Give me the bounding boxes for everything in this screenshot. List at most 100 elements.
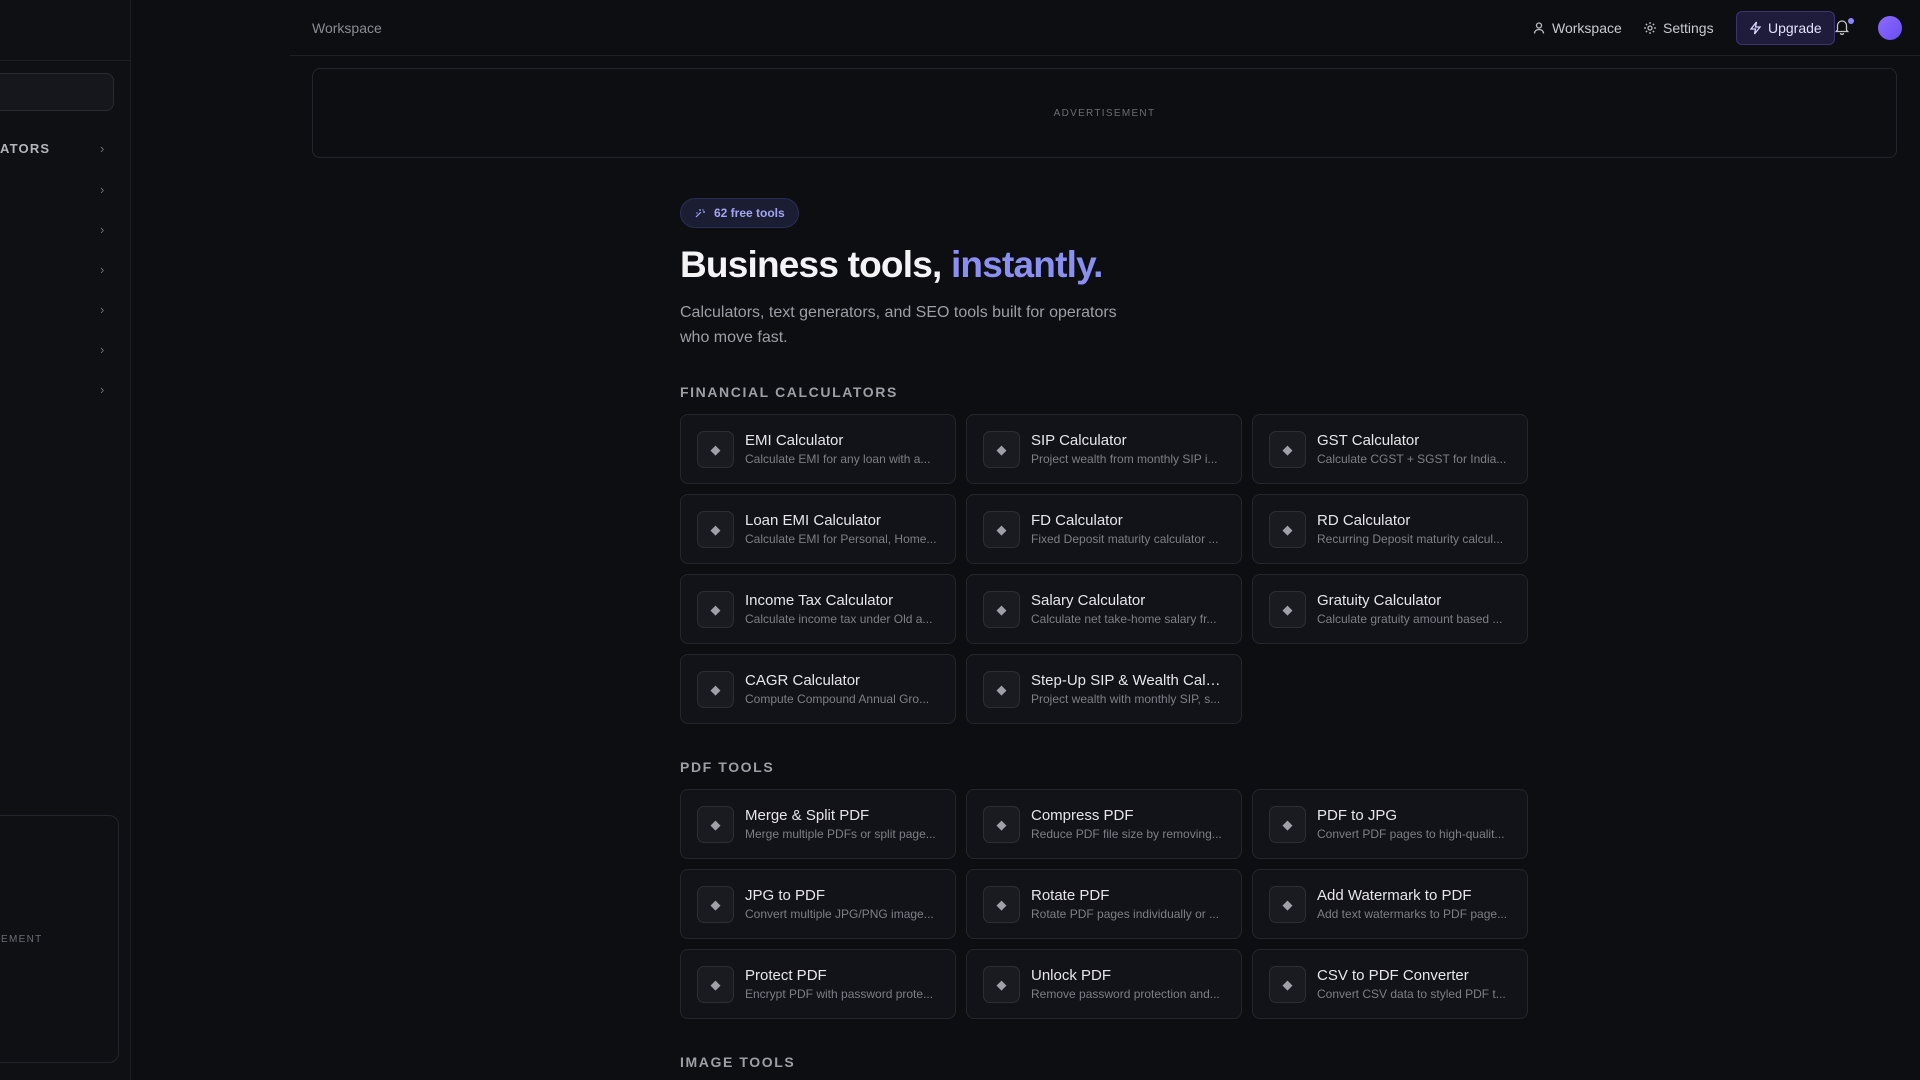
- tool-card[interactable]: ◆ CAGR Calculator Compute Compound Annual …: [680, 654, 956, 724]
- tool-title: Income Tax Calculator: [745, 592, 894, 609]
- tool-card[interactable]: ◆ Compress PDF Reduce PDF file size by rem…: [966, 789, 1242, 859]
- diamond-icon: ◆: [1269, 511, 1306, 548]
- settings-label: Settings: [1663, 20, 1714, 36]
- sidebar-item[interactable]: ›: [0, 258, 130, 282]
- tool-description: Add text watermarks to PDF page...: [1317, 907, 1508, 921]
- sidebar-item[interactable]: ›: [0, 298, 130, 322]
- tool-description: Calculate EMI for any loan with a...: [745, 452, 931, 466]
- sparkle-icon: [695, 209, 705, 218]
- diamond-icon: ◆: [983, 671, 1020, 708]
- tool-card[interactable]: ◆ Salary Calculator Calculate net take-hom…: [966, 574, 1242, 644]
- tool-card[interactable]: ◆ JPG to PDF Convert multiple JPG/PNG imag…: [680, 869, 956, 939]
- diamond-icon: ◆: [1269, 966, 1306, 1003]
- tool-description: Convert PDF pages to high-qualit...: [1317, 827, 1505, 841]
- sidebar-section-financial[interactable]: ATORS ›: [0, 140, 130, 158]
- tool-title: Gratuity Calculator: [1317, 592, 1442, 609]
- sidebar-item[interactable]: ›: [0, 218, 130, 242]
- settings-button[interactable]: Settings: [1643, 11, 1714, 45]
- tool-title: CSV to PDF Converter: [1317, 967, 1469, 984]
- tool-card[interactable]: ◆ Rotate PDF Rotate PDF pages individually…: [966, 869, 1242, 939]
- tool-card[interactable]: ◆ Step-Up SIP & Wealth Calcu... Project we…: [966, 654, 1242, 724]
- sidebar-item[interactable]: ›: [0, 178, 130, 202]
- notifications-bell-icon[interactable]: [1834, 18, 1854, 38]
- top-actions: Workspace Settings Upgrade: [1500, 11, 1920, 45]
- diamond-icon: ◆: [983, 966, 1020, 1003]
- ad-banner-label: ADVERTISEMENT: [1053, 108, 1156, 119]
- tool-card[interactable]: ◆ FD Calculator Fixed Deposit maturity cal…: [966, 494, 1242, 564]
- sidebar-header: [0, 0, 130, 61]
- diamond-icon: ◆: [1269, 591, 1306, 628]
- diamond-icon: ◆: [1269, 806, 1306, 843]
- sidebar-item[interactable]: ›: [0, 378, 130, 402]
- chevron-right-icon: ›: [100, 342, 105, 357]
- breadcrumb[interactable]: Workspace: [312, 20, 382, 36]
- tool-title: SIP Calculator: [1031, 432, 1127, 449]
- section-pdf-tools: PDF TOOLS ◆ Merge & Split PDF Merge multip…: [680, 759, 1530, 1019]
- tool-card[interactable]: ◆ GST Calculator Calculate CGST + SGST for…: [1252, 414, 1528, 484]
- tool-description: Calculate net take-home salary fr...: [1031, 612, 1217, 626]
- tool-description: Calculate gratuity amount based ...: [1317, 612, 1503, 626]
- tool-card[interactable]: ◆ Loan EMI Calculator Calculate EMI for Pe…: [680, 494, 956, 564]
- tool-title: Rotate PDF: [1031, 887, 1110, 904]
- tool-card[interactable]: ◆ PDF to JPG Convert PDF pages to high-qua…: [1252, 789, 1528, 859]
- tool-card[interactable]: ◆ Unlock PDF Remove password protection an…: [966, 949, 1242, 1019]
- tool-title: Merge & Split PDF: [745, 807, 870, 824]
- tool-card[interactable]: ◆ Income Tax Calculator Calculate income t…: [680, 574, 956, 644]
- tool-description: Convert CSV data to styled PDF t...: [1317, 987, 1506, 1001]
- tool-description: Calculate CGST + SGST for India...: [1317, 452, 1507, 466]
- tool-title: PDF to JPG: [1317, 807, 1398, 824]
- diamond-icon: ◆: [1269, 431, 1306, 468]
- tool-title: GST Calculator: [1317, 432, 1420, 449]
- tool-description: Compute Compound Annual Gro...: [745, 692, 930, 706]
- chevron-right-icon: ›: [100, 302, 105, 317]
- upgrade-label: Upgrade: [1768, 20, 1822, 36]
- diamond-icon: ◆: [697, 806, 734, 843]
- diamond-icon: ◆: [697, 886, 734, 923]
- tool-title: Compress PDF: [1031, 807, 1134, 824]
- tool-title: JPG to PDF: [745, 887, 826, 904]
- tool-description: Project wealth from monthly SIP i...: [1031, 452, 1218, 466]
- tool-description: Remove password protection and...: [1031, 987, 1220, 1001]
- notification-dot: [1848, 18, 1854, 24]
- diamond-icon: ◆: [697, 431, 734, 468]
- avatar[interactable]: [1878, 16, 1902, 40]
- sidebar-item[interactable]: ›: [0, 338, 130, 362]
- page-subtitle: Calculators, text generators, and SEO to…: [680, 304, 1117, 346]
- tool-card[interactable]: ◆ Add Watermark to PDF Add text watermarks…: [1252, 869, 1528, 939]
- tool-description: Fixed Deposit maturity calculator ...: [1031, 532, 1219, 546]
- tool-title: RD Calculator: [1317, 512, 1411, 529]
- upgrade-button[interactable]: Upgrade: [1736, 11, 1835, 45]
- diamond-icon: ◆: [983, 886, 1020, 923]
- tool-card[interactable]: ◆ CSV to PDF Converter Convert CSV data to…: [1252, 949, 1528, 1019]
- tool-title: Loan EMI Calculator: [745, 512, 881, 529]
- tool-card[interactable]: ◆ EMI Calculator Calculate EMI for any loa…: [680, 414, 956, 484]
- user-icon: [1533, 22, 1545, 34]
- tool-card[interactable]: ◆ SIP Calculator Project wealth from month…: [966, 414, 1242, 484]
- chevron-right-icon: ›: [100, 382, 105, 397]
- diamond-icon: ◆: [697, 671, 734, 708]
- section-title: IMAGE TOOLS: [680, 1054, 796, 1070]
- tool-title: EMI Calculator: [745, 432, 844, 449]
- tool-title: Add Watermark to PDF: [1317, 887, 1472, 904]
- chevron-right-icon: ›: [100, 141, 105, 156]
- diamond-icon: ◆: [983, 591, 1020, 628]
- diamond-icon: ◆: [983, 431, 1020, 468]
- sidebar-search-input[interactable]: [0, 73, 114, 111]
- tool-title: Salary Calculator: [1031, 592, 1146, 609]
- tool-grid: ◆ EMI Calculator Calculate EMI for any loa…: [680, 414, 1530, 724]
- lightning-icon: [1749, 21, 1762, 35]
- tool-card[interactable]: ◆ Protect PDF Encrypt PDF with password pr…: [680, 949, 956, 1019]
- title-main: Business tools,: [680, 244, 942, 285]
- tool-description: Merge multiple PDFs or split page...: [745, 827, 936, 841]
- title-accent: instantly.: [950, 244, 1103, 285]
- diamond-icon: ◆: [697, 966, 734, 1003]
- tool-description: Encrypt PDF with password prote...: [745, 987, 934, 1001]
- section-image-tools: IMAGE TOOLS: [680, 1054, 1530, 1070]
- tool-card[interactable]: ◆ Merge & Split PDF Merge multiple PDFs or…: [680, 789, 956, 859]
- workspace-button[interactable]: Workspace: [1532, 11, 1622, 45]
- tool-card[interactable]: ◆ RD Calculator Recurring Deposit maturity…: [1252, 494, 1528, 564]
- tool-description: Recurring Deposit maturity calcul...: [1317, 532, 1504, 546]
- tool-grid: ◆ Merge & Split PDF Merge multiple PDFs or…: [680, 789, 1530, 1019]
- tool-card[interactable]: ◆ Gratuity Calculator Calculate gratuity a…: [1252, 574, 1528, 644]
- tool-description: Project wealth with monthly SIP, s...: [1031, 692, 1221, 706]
